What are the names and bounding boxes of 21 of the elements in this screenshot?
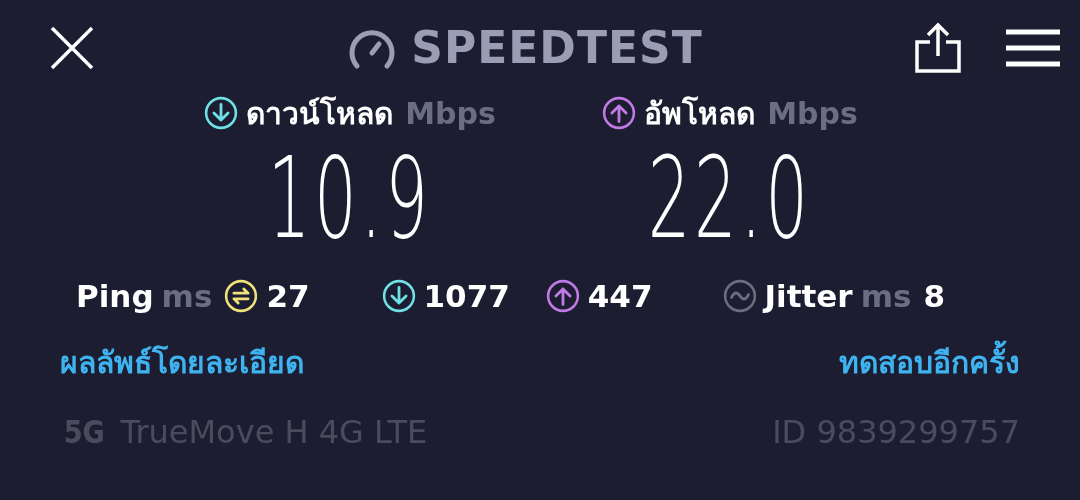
metric-value: 27 xyxy=(266,278,310,314)
result-label: อัพโหลด xyxy=(644,94,756,133)
result-label: ดาวน์โหลด xyxy=(246,94,394,133)
metric-label: Ping xyxy=(76,278,154,314)
speed-value: 22.0 xyxy=(648,142,812,254)
metric-value: 1077 xyxy=(423,278,510,314)
swap-arrows-icon xyxy=(224,279,259,313)
unit-label: ms xyxy=(161,278,213,314)
unit-label: ms xyxy=(860,278,912,314)
share-button[interactable] xyxy=(914,21,962,74)
metric-value: 447 xyxy=(587,278,653,314)
unit-label: Mbps xyxy=(767,95,858,131)
speed-value: 10.9 xyxy=(268,142,432,254)
detailed-results-link[interactable]: ผลลัพธ์โดยละเอียด xyxy=(60,338,304,386)
wave-icon xyxy=(722,279,757,313)
test-again-link[interactable]: ทดสอบอีกครั้ง xyxy=(839,338,1020,386)
menu-button[interactable] xyxy=(1006,28,1060,67)
metric-label: Jitter xyxy=(764,278,853,314)
metric-value: 8 xyxy=(923,278,945,314)
app-title: SPEEDTEST xyxy=(411,22,703,73)
unit-label: Mbps xyxy=(405,95,496,131)
